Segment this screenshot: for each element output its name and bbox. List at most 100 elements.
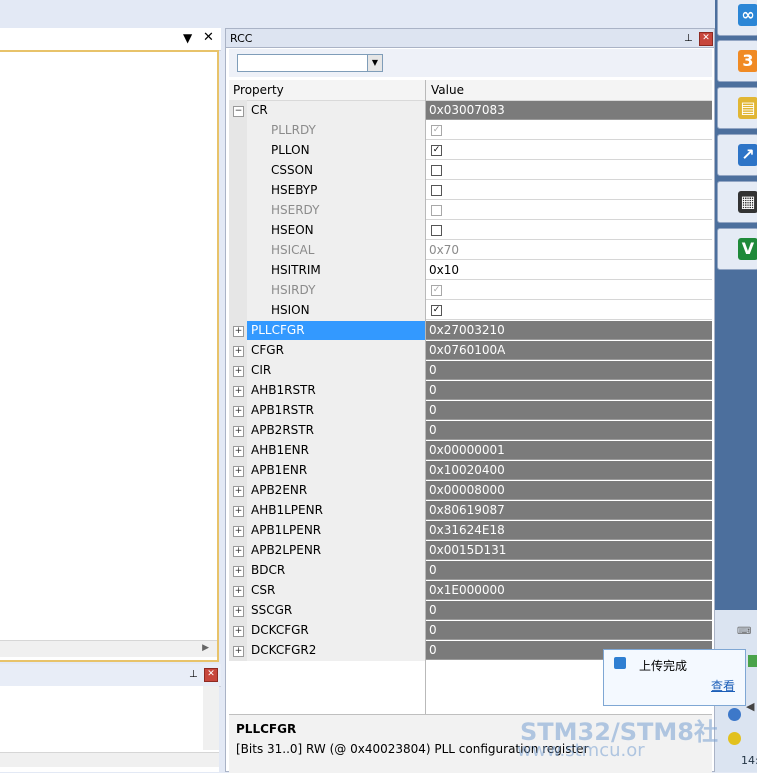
register-field-row[interactable]: HSIRDY ✓ (229, 281, 712, 301)
row-value[interactable]: 0 (426, 621, 712, 640)
row-name[interactable]: PLLON (247, 141, 447, 160)
row-name[interactable]: APB1LPENR (247, 521, 427, 540)
expand-icon[interactable]: + (233, 346, 244, 357)
left-editor-area[interactable] (0, 50, 219, 662)
row-name[interactable]: AHB1ENR (247, 441, 427, 460)
taskbar-button[interactable]: ↗ (717, 134, 757, 176)
register-combo[interactable]: ▼ (237, 54, 383, 72)
taskbar-button[interactable]: V (717, 228, 757, 270)
volume-icon[interactable]: ◀ (746, 700, 754, 713)
row-name[interactable]: DCKCFGR (247, 621, 427, 640)
scroll-right-icon[interactable]: ▶ (202, 643, 209, 653)
row-name[interactable]: HSERDY (247, 201, 447, 220)
register-row[interactable]: + AHB1RSTR 0 (229, 381, 712, 401)
checkbox-unchecked-icon[interactable] (431, 225, 442, 236)
row-name[interactable]: AHB1RSTR (247, 381, 427, 400)
register-row[interactable]: + CSR 0x1E000000 (229, 581, 712, 601)
row-value[interactable]: 0x70 (426, 241, 712, 260)
row-value[interactable]: ✓ (426, 121, 712, 140)
dropdown-arrow-icon[interactable]: ▼ (183, 31, 192, 45)
collapse-icon[interactable]: − (233, 106, 244, 117)
row-value[interactable] (426, 161, 712, 180)
expand-icon[interactable]: + (233, 326, 244, 337)
register-row[interactable]: + APB1RSTR 0 (229, 401, 712, 421)
register-row[interactable]: + APB2LPENR 0x0015D131 (229, 541, 712, 561)
row-value[interactable]: ✓ (426, 141, 712, 160)
row-name[interactable]: AHB1LPENR (247, 501, 427, 520)
row-value[interactable]: 0x80619087 (426, 501, 712, 520)
row-value[interactable] (426, 221, 712, 240)
view-link[interactable]: 查看 (711, 677, 735, 694)
row-name[interactable]: APB1ENR (247, 461, 427, 480)
register-row[interactable]: + APB1LPENR 0x31624E18 (229, 521, 712, 541)
row-name[interactable]: CR (247, 101, 427, 120)
row-name[interactable]: HSIRDY (247, 281, 447, 300)
row-value[interactable]: 0 (426, 361, 712, 380)
expand-icon[interactable]: + (233, 626, 244, 637)
left-bottom-horizontal-scrollbar[interactable] (0, 752, 219, 767)
chevron-down-icon[interactable]: ▼ (367, 55, 382, 71)
row-name[interactable]: CSSON (247, 161, 447, 180)
expand-icon[interactable]: + (233, 606, 244, 617)
row-value[interactable]: 0x27003210 (426, 321, 712, 340)
row-value[interactable]: ✓ (426, 301, 712, 320)
register-row[interactable]: + APB1ENR 0x10020400 (229, 461, 712, 481)
register-row[interactable]: + PLLCFGR 0x27003210 (229, 321, 712, 341)
row-name[interactable]: HSEON (247, 221, 447, 240)
row-name[interactable]: HSION (247, 301, 447, 320)
register-row[interactable]: − CR 0x03007083 (229, 101, 712, 121)
column-splitter[interactable] (425, 80, 426, 714)
row-name[interactable]: CIR (247, 361, 427, 380)
row-value[interactable]: 0x0760100A (426, 341, 712, 360)
keyboard-icon[interactable]: ⌨ (737, 626, 751, 637)
row-value[interactable]: 0 (426, 381, 712, 400)
row-name[interactable]: HSITRIM (247, 261, 447, 280)
pin-icon[interactable]: ⊥ (189, 669, 198, 680)
row-value[interactable]: ✓ (426, 281, 712, 300)
row-name[interactable]: PLLCFGR (247, 321, 427, 340)
left-bottom-vertical-scrollbar[interactable] (203, 686, 219, 750)
row-value[interactable]: 0 (426, 401, 712, 420)
expand-icon[interactable]: + (233, 586, 244, 597)
expand-icon[interactable]: + (233, 366, 244, 377)
expand-icon[interactable]: + (233, 486, 244, 497)
pin-icon[interactable]: ⊥ (684, 33, 693, 44)
clock[interactable]: 14: (741, 754, 757, 767)
row-name[interactable]: DCKCFGR2 (247, 641, 427, 660)
row-value[interactable]: 0x10 (426, 261, 712, 280)
register-row[interactable]: + AHB1LPENR 0x80619087 (229, 501, 712, 521)
row-name[interactable]: APB2ENR (247, 481, 427, 500)
checkbox-checked-icon[interactable]: ✓ (431, 145, 442, 156)
row-name[interactable]: HSEBYP (247, 181, 447, 200)
register-field-row[interactable]: HSEBYP (229, 181, 712, 201)
close-icon[interactable]: ✕ (203, 30, 214, 45)
register-field-row[interactable]: HSICAL 0x70 (229, 241, 712, 261)
taskbar-button[interactable]: ▤ (717, 87, 757, 129)
row-name[interactable]: PLLRDY (247, 121, 447, 140)
row-value[interactable]: 0x1E000000 (426, 581, 712, 600)
row-value[interactable] (426, 181, 712, 200)
register-field-row[interactable]: HSITRIM 0x10 (229, 261, 712, 281)
register-row[interactable]: + APB2RSTR 0 (229, 421, 712, 441)
register-row[interactable]: + SSCGR 0 (229, 601, 712, 621)
register-field-row[interactable]: CSSON (229, 161, 712, 181)
expand-icon[interactable]: + (233, 406, 244, 417)
row-value[interactable]: 0x03007083 (426, 101, 712, 120)
register-field-row[interactable]: PLLON ✓ (229, 141, 712, 161)
register-field-row[interactable]: HSION ✓ (229, 301, 712, 321)
row-name[interactable]: APB2LPENR (247, 541, 427, 560)
row-name[interactable]: HSICAL (247, 241, 447, 260)
row-value[interactable]: 0 (426, 601, 712, 620)
register-field-row[interactable]: PLLRDY ✓ (229, 121, 712, 141)
tray-app-icon[interactable] (748, 655, 757, 667)
checkbox-unchecked-icon[interactable] (431, 185, 442, 196)
expand-icon[interactable]: + (233, 646, 244, 657)
row-name[interactable]: APB1RSTR (247, 401, 427, 420)
row-name[interactable]: SSCGR (247, 601, 427, 620)
header-property[interactable]: Property (233, 83, 284, 97)
expand-icon[interactable]: + (233, 566, 244, 577)
row-name[interactable]: APB2RSTR (247, 421, 427, 440)
register-row[interactable]: + DCKCFGR 0 (229, 621, 712, 641)
row-value[interactable]: 0x31624E18 (426, 521, 712, 540)
register-row[interactable]: + BDCR 0 (229, 561, 712, 581)
